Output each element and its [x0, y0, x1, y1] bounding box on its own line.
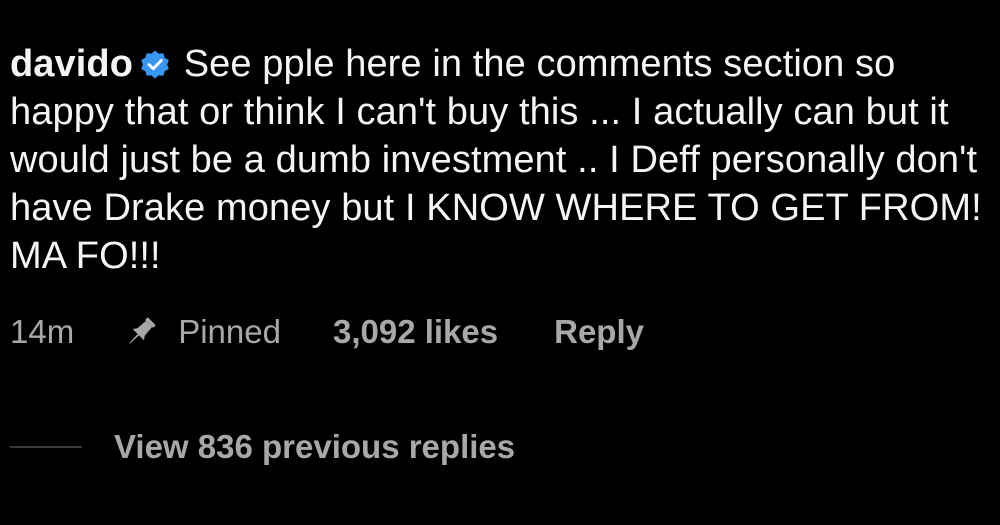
pinned-label: Pinned	[178, 313, 281, 350]
pushpin-icon	[129, 317, 156, 344]
comment-body: davido See pple here in the comments sec…	[10, 40, 985, 280]
view-replies-row[interactable]: View 836 previous replies	[10, 425, 515, 469]
pinned-indicator: Pinned	[122, 313, 281, 351]
reply-button[interactable]: Reply	[554, 313, 644, 351]
view-previous-replies-button[interactable]: View 836 previous replies	[114, 428, 515, 466]
comment-timestamp: 14m	[10, 313, 75, 350]
comment-username[interactable]: davido	[10, 43, 133, 85]
likes-count[interactable]: 3,092 likes	[333, 313, 498, 351]
verified-badge-icon	[141, 50, 169, 79]
replies-divider-line	[10, 446, 82, 448]
comment-meta: 14m Pinned 3,092 likes Reply	[10, 310, 644, 354]
